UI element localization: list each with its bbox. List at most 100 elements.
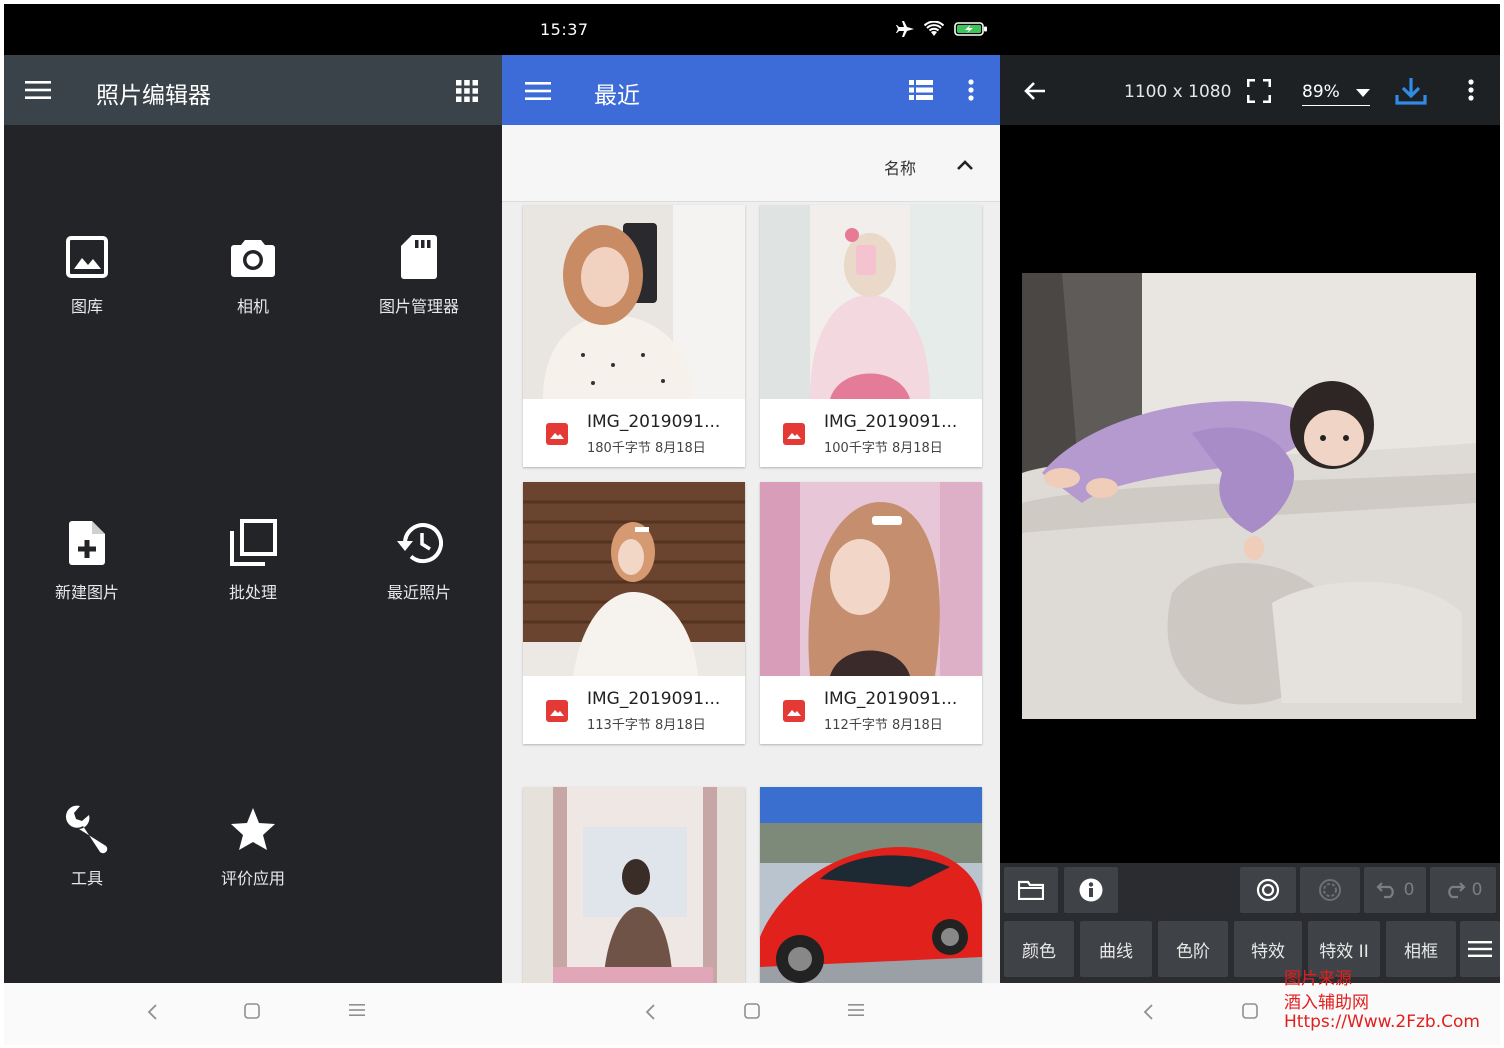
redo-icon — [1447, 882, 1466, 899]
image-file-icon — [783, 700, 805, 722]
editor-app-bar: 照片编辑器 — [4, 55, 502, 125]
undo-button[interactable]: 0 — [1364, 867, 1426, 913]
status-icons — [896, 21, 988, 37]
file-meta: 180千字节 8月18日 — [587, 441, 706, 456]
system-nav-bar — [4, 983, 1500, 1045]
file-card[interactable] — [760, 787, 982, 983]
recent-files-panel: 最近 名称 IMG_2019091... 180千字节 8月18日 IMG_20… — [502, 55, 1000, 983]
batch-icon — [227, 517, 279, 569]
recent-title: 最近 — [594, 83, 640, 109]
photo-thumbnail — [760, 482, 982, 676]
sort-label: 名称 — [884, 159, 917, 178]
tool-frame[interactable]: 相框 — [1386, 921, 1456, 977]
photo-thumbnail — [523, 482, 745, 676]
image-icon — [61, 231, 113, 283]
watermark-line: 图片来源 — [1284, 969, 1352, 989]
nav-back-icon[interactable] — [146, 1003, 158, 1021]
battery-charging-icon — [954, 22, 987, 36]
nav-back-icon[interactable] — [1142, 1003, 1154, 1021]
tile-image-manager[interactable]: 图片管理器 — [336, 231, 502, 351]
folder-icon — [1018, 880, 1044, 900]
nav-recents-icon[interactable] — [848, 1003, 864, 1017]
file-card[interactable]: IMG_2019091... 112千字节 8月18日 — [760, 482, 982, 744]
sd-card-icon — [393, 231, 445, 283]
tool-color[interactable]: 颜色 — [1004, 921, 1074, 977]
edited-photo[interactable] — [1022, 273, 1476, 719]
target-button[interactable] — [1240, 867, 1296, 913]
file-name: IMG_2019091... — [587, 412, 721, 432]
photo-content — [1022, 273, 1476, 719]
dropdown-triangle-icon — [1356, 89, 1370, 97]
download-icon[interactable] — [1394, 75, 1428, 107]
open-folder-button[interactable] — [1004, 867, 1058, 913]
nav-recents-icon[interactable] — [349, 1003, 365, 1017]
fullscreen-icon[interactable] — [1246, 78, 1272, 104]
image-file-icon — [546, 423, 568, 445]
tile-batch[interactable]: 批处理 — [170, 517, 336, 637]
image-dimensions: 1100 x 1080 — [1124, 82, 1232, 102]
tool-more-button[interactable] — [1460, 921, 1500, 977]
file-meta: 100千字节 8月18日 — [824, 441, 943, 456]
zoom-dropdown[interactable]: 89% — [1302, 82, 1370, 106]
file-name: IMG_2019091... — [587, 689, 721, 709]
nav-home-icon[interactable] — [1242, 1003, 1258, 1019]
tool-label: 色阶 — [1176, 941, 1210, 962]
watermark-line: 酒入辅助网 — [1284, 993, 1369, 1013]
viewer-app-bar: 1100 x 1080 89% — [1000, 55, 1500, 125]
image-file-icon — [783, 423, 805, 445]
tile-new-image[interactable]: 新建图片 — [4, 517, 170, 637]
chevron-up-icon[interactable] — [956, 159, 974, 171]
file-meta: 112千字节 8月18日 — [824, 718, 943, 733]
spiral-icon — [1319, 879, 1341, 901]
menu-icon[interactable] — [24, 77, 52, 103]
tile-label: 图片管理器 — [378, 297, 459, 316]
photo-thumbnail — [760, 205, 982, 399]
tile-rate-app[interactable]: 评价应用 — [170, 803, 336, 923]
tile-label: 最近照片 — [386, 583, 451, 602]
file-card[interactable] — [523, 787, 745, 983]
undo-icon — [1376, 882, 1394, 899]
tile-label: 新建图片 — [54, 583, 119, 602]
tile-label: 批处理 — [228, 583, 277, 602]
tool-label: 特效 II — [1319, 941, 1369, 962]
nav-home-icon[interactable] — [744, 1003, 760, 1019]
tool-levels[interactable]: 色阶 — [1158, 921, 1228, 977]
image-file-icon — [546, 700, 568, 722]
airplane-icon — [896, 21, 914, 37]
nav-home-icon[interactable] — [244, 1003, 260, 1019]
file-card[interactable]: IMG_2019091... 100千字节 8月18日 — [760, 205, 982, 467]
more-vert-icon[interactable] — [964, 77, 978, 103]
redo-count: 0 — [1471, 880, 1483, 900]
file-name: IMG_2019091... — [824, 412, 958, 432]
tool-curves[interactable]: 曲线 — [1080, 921, 1152, 977]
editor-toolbar: 0 0 颜色 曲线 色阶 特效 特效 II 相框 — [1000, 863, 1500, 983]
file-card[interactable]: IMG_2019091... 180千字节 8月18日 — [523, 205, 745, 467]
menu-icon[interactable] — [524, 79, 552, 103]
redo-button[interactable]: 0 — [1430, 867, 1496, 913]
tile-label: 评价应用 — [220, 869, 285, 888]
more-vert-icon[interactable] — [1464, 77, 1478, 103]
tool-label: 曲线 — [1099, 941, 1133, 962]
list-view-icon[interactable] — [908, 79, 934, 101]
info-icon — [1079, 878, 1103, 902]
undo-count: 0 — [1403, 880, 1415, 900]
back-arrow-icon[interactable] — [1022, 79, 1048, 103]
app-title: 照片编辑器 — [96, 83, 211, 109]
file-card[interactable]: IMG_2019091... 113千字节 8月18日 — [523, 482, 745, 744]
tile-camera[interactable]: 相机 — [170, 231, 336, 351]
tile-gallery[interactable]: 图库 — [4, 231, 170, 351]
history-disabled-button[interactable] — [1300, 867, 1360, 913]
watermark-url: Https://Www.2Fzb.Com — [1284, 1012, 1480, 1032]
photo-thumbnail — [523, 787, 745, 983]
tile-label: 相机 — [236, 297, 269, 316]
sort-bar[interactable]: 名称 — [502, 125, 1000, 202]
tile-recent-photos[interactable]: 最近照片 — [336, 517, 502, 637]
info-button[interactable] — [1064, 867, 1118, 913]
status-bar: 15:37 — [4, 4, 1500, 55]
tile-tools[interactable]: 工具 — [4, 803, 170, 923]
star-icon — [227, 803, 279, 855]
status-time: 15:37 — [540, 20, 589, 39]
photo-thumbnail — [523, 205, 745, 399]
nav-back-icon[interactable] — [644, 1003, 656, 1021]
grid-view-icon[interactable] — [455, 79, 479, 103]
